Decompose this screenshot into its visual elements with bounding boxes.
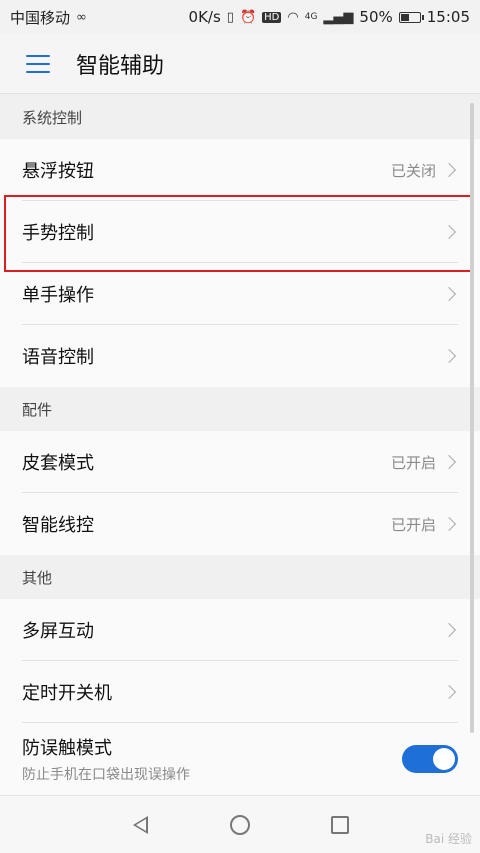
menu-icon[interactable] bbox=[26, 54, 50, 73]
settings-list[interactable]: 系统控制 悬浮按钮 已关闭 手势控制 单手操作 语音控制 配件 皮套模式 已开启 bbox=[0, 95, 480, 795]
pocket-mode-toggle[interactable] bbox=[402, 745, 458, 773]
home-icon bbox=[230, 814, 250, 835]
recents-icon bbox=[331, 815, 349, 834]
home-button[interactable] bbox=[220, 805, 260, 845]
chevron-right-icon bbox=[441, 162, 457, 178]
item-subtitle: 防止手机在口袋出现误操作 bbox=[22, 767, 190, 783]
carrier-label: 中国移动 bbox=[10, 8, 71, 27]
item-label: 多屏互动 bbox=[22, 621, 94, 642]
navigation-bar: Bai 经验 bbox=[0, 795, 480, 853]
item-label: 语音控制 bbox=[22, 347, 94, 368]
list-item-cover-mode[interactable]: 皮套模式 已开启 bbox=[0, 431, 480, 493]
item-label: 皮套模式 bbox=[22, 453, 94, 474]
recents-button[interactable] bbox=[320, 805, 360, 845]
item-status: 已关闭 bbox=[390, 161, 436, 180]
section-header-accessories: 配件 bbox=[0, 387, 480, 431]
vibrate-icon: ▯ bbox=[226, 9, 234, 25]
back-icon bbox=[132, 815, 148, 834]
clock: 15:05 bbox=[426, 8, 470, 26]
chevron-right-icon bbox=[441, 684, 457, 700]
wifi-icon: ◠ bbox=[287, 9, 299, 25]
list-item-gesture-control[interactable]: 手势控制 bbox=[0, 201, 480, 263]
item-label: 定时开关机 bbox=[22, 683, 112, 704]
item-label: 防误触模式 bbox=[22, 738, 112, 759]
alarm-icon: ⏰ bbox=[239, 9, 257, 25]
chevron-right-icon bbox=[441, 454, 457, 470]
chevron-right-icon bbox=[441, 348, 457, 364]
list-item-multi-screen[interactable]: 多屏互动 bbox=[0, 599, 480, 661]
item-label: 智能线控 bbox=[22, 515, 94, 536]
hd-badge: HD bbox=[262, 11, 282, 23]
battery-percent: 50% bbox=[359, 8, 393, 26]
list-item-smart-wire-control[interactable]: 智能线控 已开启 bbox=[0, 493, 480, 555]
section-header-system: 系统控制 bbox=[0, 95, 480, 139]
network-speed: 0K/s bbox=[188, 8, 221, 26]
signal-icon: ▂▄▆ bbox=[323, 9, 354, 25]
back-button[interactable] bbox=[120, 805, 160, 845]
chevron-right-icon bbox=[441, 622, 457, 638]
list-item-scheduled-power[interactable]: 定时开关机 bbox=[0, 661, 480, 723]
battery-icon bbox=[398, 11, 424, 23]
item-status: 已开启 bbox=[390, 515, 436, 534]
list-item-voice-control[interactable]: 语音控制 bbox=[0, 325, 480, 387]
app-bar: 智能辅助 bbox=[0, 34, 480, 94]
list-item-pocket-mode[interactable]: 防误触模式 防止手机在口袋出现误操作 bbox=[0, 723, 480, 795]
watermark: Bai 经验 bbox=[425, 832, 472, 846]
network-type: 4G bbox=[304, 12, 318, 22]
battery-fill bbox=[400, 13, 410, 21]
chevron-right-icon bbox=[441, 286, 457, 302]
item-status: 已开启 bbox=[390, 453, 436, 472]
chevron-right-icon bbox=[441, 516, 457, 532]
link-icon: ∞ bbox=[76, 9, 87, 25]
section-header-other: 其他 bbox=[0, 555, 480, 599]
toggle-knob bbox=[433, 748, 455, 770]
chevron-right-icon bbox=[441, 224, 457, 240]
item-label: 悬浮按钮 bbox=[22, 161, 94, 182]
status-bar: 中国移动 ∞ 0K/s ▯ ⏰ HD ◠ 4G ▂▄▆ 50% 15:05 bbox=[0, 0, 480, 34]
scrollbar[interactable] bbox=[470, 103, 474, 733]
item-label: 手势控制 bbox=[22, 223, 94, 244]
page-title: 智能辅助 bbox=[76, 53, 165, 79]
list-item-floating-button[interactable]: 悬浮按钮 已关闭 bbox=[0, 139, 480, 201]
item-label: 单手操作 bbox=[22, 285, 94, 306]
list-item-one-handed[interactable]: 单手操作 bbox=[0, 263, 480, 325]
